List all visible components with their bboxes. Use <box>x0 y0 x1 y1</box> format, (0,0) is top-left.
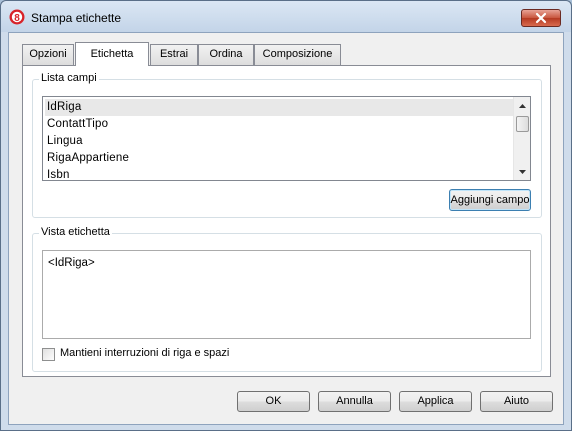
add-field-button[interactable]: Aggiungi campo <box>449 189 531 211</box>
dialog-client-area: Opzioni Etichetta Estrai Ordina Composiz… <box>8 32 564 425</box>
fields-group-label: Lista campi <box>39 72 99 84</box>
ok-button[interactable]: OK <box>237 391 310 412</box>
preview-group: Vista etichetta <IdRiga> Mantieni interr… <box>32 226 542 372</box>
help-button[interactable]: Aiuto <box>480 391 553 412</box>
scroll-up-arrow-icon[interactable] <box>514 97 530 114</box>
dialog-window: 8 Stampa etichette Opzioni Etichetta Est… <box>0 0 572 431</box>
list-item[interactable]: RigaAppartiene <box>45 150 513 167</box>
list-item[interactable]: Lingua <box>45 133 513 150</box>
scroll-down-arrow-icon[interactable] <box>514 163 530 180</box>
cancel-button[interactable]: Annulla <box>318 391 391 412</box>
title-bar[interactable]: 8 Stampa etichette <box>1 1 571 32</box>
close-button[interactable] <box>521 9 561 27</box>
list-item[interactable]: Isbn <box>45 167 513 180</box>
tab-opzioni[interactable]: Opzioni <box>22 44 74 65</box>
list-item[interactable]: ContattTipo <box>45 116 513 133</box>
label-preview-textarea[interactable]: <IdRiga> <box>42 250 531 339</box>
list-item[interactable]: IdRiga <box>45 99 513 116</box>
keep-line-breaks-label[interactable]: Mantieni interruzioni di riga e spazi <box>60 347 229 359</box>
tab-estrai[interactable]: Estrai <box>150 44 198 65</box>
svg-text:8: 8 <box>14 13 20 24</box>
scrollbar-thumb[interactable] <box>516 116 529 132</box>
vertical-scrollbar[interactable] <box>513 97 530 180</box>
close-icon <box>535 12 547 24</box>
tab-etichetta[interactable]: Etichetta <box>75 42 149 66</box>
window-title: Stampa etichette <box>31 11 122 25</box>
app-icon: 8 <box>9 9 25 25</box>
keep-line-breaks-checkbox[interactable] <box>42 348 55 361</box>
tab-ordina[interactable]: Ordina <box>198 44 254 65</box>
fields-listbox[interactable]: IdRiga ContattTipo Lingua RigaAppartiene… <box>42 96 531 181</box>
fields-group: Lista campi IdRiga ContattTipo Lingua Ri… <box>32 72 542 218</box>
apply-button[interactable]: Applica <box>399 391 472 412</box>
tab-panel-etichetta: Lista campi IdRiga ContattTipo Lingua Ri… <box>22 65 551 377</box>
preview-group-label: Vista etichetta <box>39 226 112 238</box>
tab-composizione[interactable]: Composizione <box>254 44 341 65</box>
